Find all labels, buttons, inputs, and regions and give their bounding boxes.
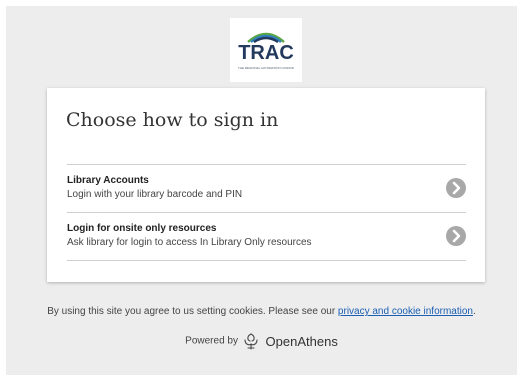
- option-library-accounts[interactable]: Library Accounts Login with your library…: [67, 164, 466, 212]
- chevron-right-icon[interactable]: [446, 226, 466, 246]
- option-description: Ask library for login to access In Libra…: [67, 237, 312, 248]
- logo-tagline: THE REGIONAL AUTOMATION CONSORTIUM: [238, 66, 294, 70]
- logo-arcs-icon: [247, 32, 285, 44]
- option-onsite-resources[interactable]: Login for onsite only resources Ask libr…: [67, 212, 466, 261]
- openathens-logo-icon: [244, 333, 258, 350]
- privacy-cookie-link[interactable]: privacy and cookie information: [338, 306, 473, 317]
- card-title: Choose how to sign in: [66, 109, 279, 131]
- chevron-right-icon[interactable]: [446, 178, 466, 198]
- logo-text: TRAC: [238, 42, 294, 64]
- cookie-notice: By using this site you agree to us setti…: [6, 306, 517, 317]
- cookie-notice-end: .: [473, 306, 476, 317]
- openathens-brand: OpenAthens: [265, 333, 338, 349]
- option-title: Library Accounts: [67, 175, 149, 186]
- cookie-notice-text: By using this site you agree to us setti…: [47, 306, 338, 317]
- page-background: TRAC THE REGIONAL AUTOMATION CONSORTIUM …: [6, 6, 517, 375]
- powered-by: Powered by OpenAthens: [6, 332, 517, 350]
- sign-in-card: Choose how to sign in Library Accounts L…: [47, 88, 485, 282]
- option-title: Login for onsite only resources: [67, 223, 217, 234]
- option-description: Login with your library barcode and PIN: [67, 189, 243, 200]
- sign-in-options: Library Accounts Login with your library…: [67, 164, 466, 261]
- powered-by-label: Powered by: [185, 335, 238, 347]
- trac-logo: TRAC THE REGIONAL AUTOMATION CONSORTIUM: [230, 18, 302, 82]
